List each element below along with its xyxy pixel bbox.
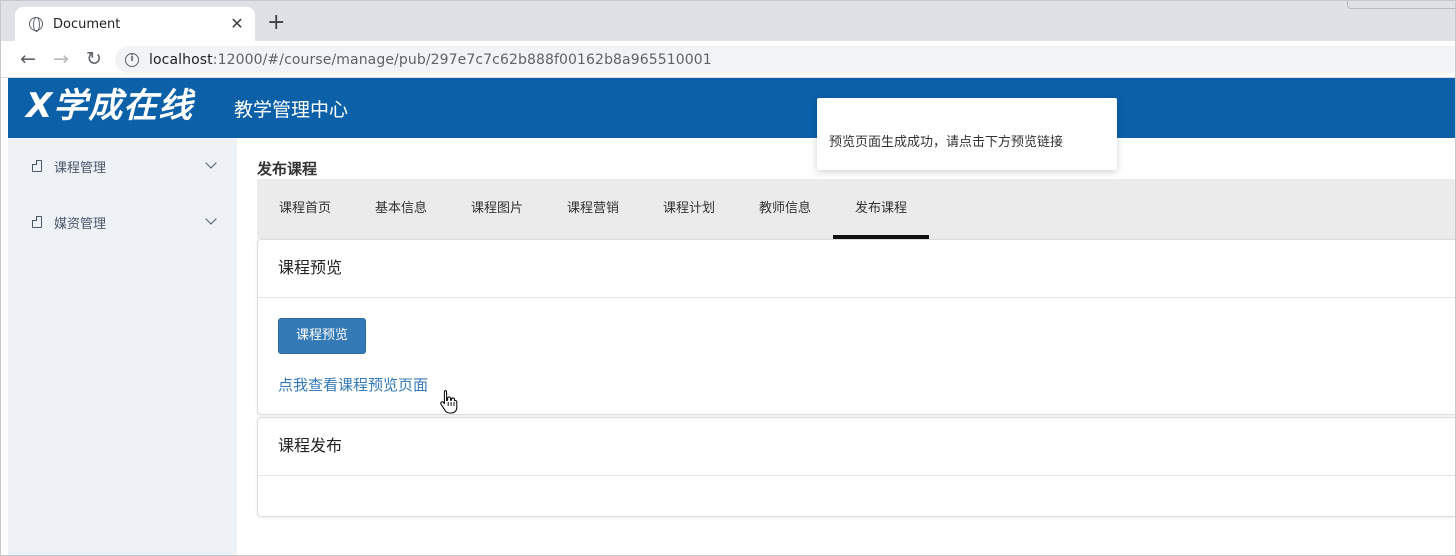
url-host: localhost <box>149 51 213 68</box>
page-title: 发布课程 <box>257 160 318 178</box>
back-icon[interactable]: ← <box>17 48 39 70</box>
close-tab-icon[interactable]: ✕ <box>229 16 245 32</box>
panel-title: 课程发布 <box>258 418 1455 476</box>
logo: X学成在线 <box>26 86 194 126</box>
tab-teacher-info[interactable]: 教师信息 <box>737 179 833 239</box>
tab-course-marketing[interactable]: 课程营销 <box>545 179 641 239</box>
tab-course-home[interactable]: 课程首页 <box>257 179 353 239</box>
toast-notification: 预览页面生成成功，请点击下方预览链接 <box>817 98 1117 170</box>
document-icon <box>32 216 42 228</box>
course-tabs: 课程首页 基本信息 课程图片 课程营销 课程计划 教师信息 发布课程 <box>257 179 1455 239</box>
sidebar: 课程管理 媒资管理 <box>8 138 237 555</box>
screen: Document ✕ + ← → ↻ i localhost:12000/#/c… <box>0 0 1456 556</box>
forward-icon[interactable]: → <box>50 48 72 70</box>
tab-basic-info[interactable]: 基本信息 <box>353 179 449 239</box>
globe-icon <box>29 17 43 32</box>
browser-tab[interactable]: Document ✕ <box>15 7 255 41</box>
sidebar-item-media-management[interactable]: 媒资管理 <box>8 194 237 250</box>
new-tab-button[interactable]: + <box>267 11 285 35</box>
browser-toolbar: ← → ↻ i localhost:12000/#/course/manage/… <box>1 41 1455 78</box>
url-text: localhost:12000/#/course/manage/pub/297e… <box>149 52 712 68</box>
app-header: X学成在线 教学管理中心 <box>8 78 1455 138</box>
browser-tab-title: Document <box>53 16 121 32</box>
course-preview-button[interactable]: 课程预览 <box>278 318 366 354</box>
tab-course-plan[interactable]: 课程计划 <box>641 179 737 239</box>
document-icon <box>32 160 42 172</box>
toast-message: 预览页面生成成功，请点击下方预览链接 <box>829 135 1064 150</box>
browser-tab-bar: Document ✕ + <box>1 1 1455 41</box>
tab-course-images[interactable]: 课程图片 <box>449 179 545 239</box>
course-preview-panel: 课程预览 课程预览 点我查看课程预览页面 <box>257 239 1455 415</box>
address-bar[interactable]: i localhost:12000/#/course/manage/pub/29… <box>115 46 1455 73</box>
reload-icon[interactable]: ↻ <box>83 48 105 70</box>
course-publish-panel: 课程发布 <box>257 417 1455 517</box>
panel-title: 课程预览 <box>258 240 1455 298</box>
preview-page-link[interactable]: 点我查看课程预览页面 <box>278 374 428 395</box>
url-path: :12000/#/course/manage/pub/297e7c7c62b88… <box>212 51 712 68</box>
window-controls-area <box>1347 1 1455 9</box>
header-subtitle: 教学管理中心 <box>234 99 349 121</box>
hand-cursor-icon <box>440 389 458 414</box>
sidebar-item-course-management[interactable]: 课程管理 <box>8 138 237 194</box>
tab-publish-course[interactable]: 发布课程 <box>833 179 929 239</box>
info-icon[interactable]: i <box>125 52 139 67</box>
